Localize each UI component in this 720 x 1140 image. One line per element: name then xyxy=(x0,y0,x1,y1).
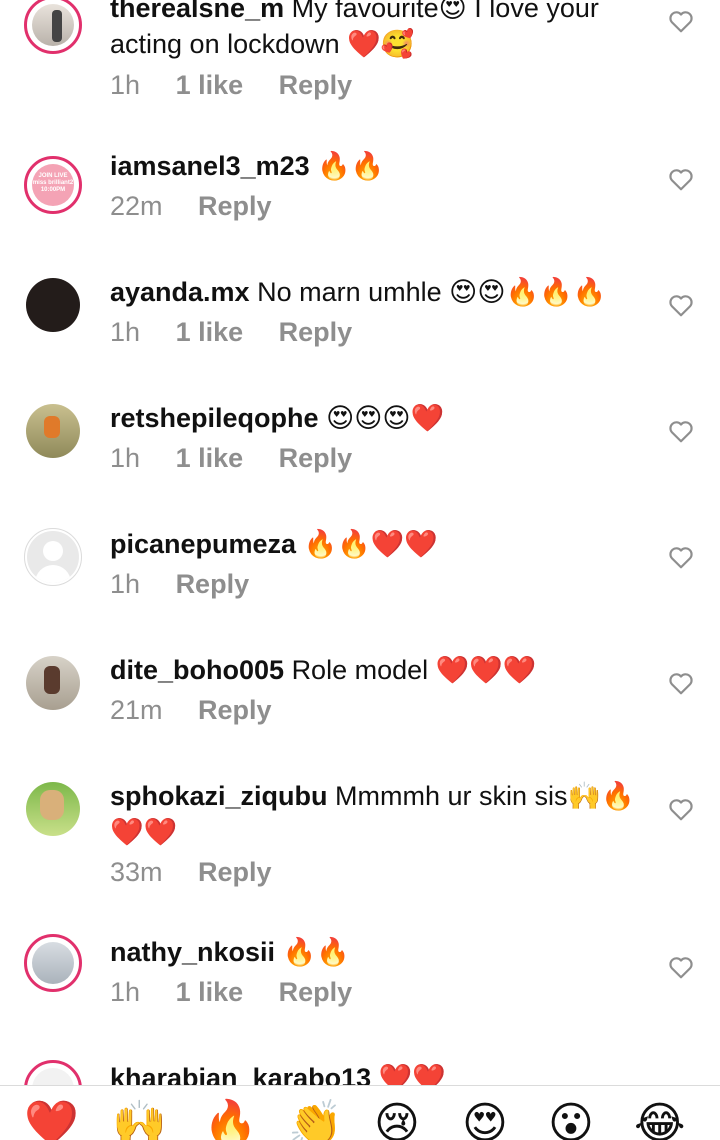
reply-button[interactable]: Reply xyxy=(198,695,272,725)
comment-username[interactable]: dite_boho005 xyxy=(110,655,284,685)
comment-text: therealsne_m My favourite😍 I love your a… xyxy=(110,0,640,62)
comment-username[interactable]: retshepileqophe xyxy=(110,403,319,433)
comment-likes[interactable]: 1 like xyxy=(176,317,244,347)
reply-button[interactable]: Reply xyxy=(279,977,353,1007)
comment-meta: 1h Reply xyxy=(110,569,277,600)
comment-username[interactable]: nathy_nkosii xyxy=(110,937,275,967)
reaction-raised-hands[interactable]: 🙌 xyxy=(112,1100,167,1140)
comment-meta: 1h 1 like Reply xyxy=(110,443,380,474)
comment-meta: 22m Reply xyxy=(110,191,300,222)
comment-time: 1h xyxy=(110,443,141,473)
reply-button[interactable]: Reply xyxy=(198,191,272,221)
comment-username[interactable]: ayanda.mx xyxy=(110,277,250,307)
comment-username[interactable]: sphokazi_ziqubu xyxy=(110,781,328,811)
reply-button[interactable]: Reply xyxy=(279,317,353,347)
comment-meta: 33m Reply xyxy=(110,857,300,888)
comment-likes[interactable]: 1 like xyxy=(176,70,244,100)
comment-text: sphokazi_ziqubu Mmmmh ur skin sis🙌🔥❤️❤️ xyxy=(110,778,640,850)
reply-button[interactable]: Reply xyxy=(279,70,353,100)
avatar[interactable] xyxy=(24,402,82,460)
avatar[interactable]: JOIN LIVE miss brilliant2 10:00PM xyxy=(24,156,82,214)
avatar[interactable] xyxy=(24,0,82,54)
comment-text: iamsanel3_m23 🔥🔥 xyxy=(110,148,640,184)
heart-outline-icon[interactable] xyxy=(668,293,694,317)
comment-body: No marn umhle 😍😍🔥🔥🔥 xyxy=(257,277,607,307)
comment-meta: 1h 1 like Reply xyxy=(110,70,380,101)
comment-meta: 1h 1 like Reply xyxy=(110,317,380,348)
reply-button[interactable]: Reply xyxy=(176,569,250,599)
comment-text: nathy_nkosii 🔥🔥 xyxy=(110,934,640,970)
reaction-crying[interactable]: 😢 xyxy=(374,1100,420,1140)
reaction-heart-eyes[interactable]: 😍 xyxy=(462,1100,508,1140)
comment-text: ayanda.mx No marn umhle 😍😍🔥🔥🔥 xyxy=(110,274,640,310)
reaction-laughing[interactable]: 😂 xyxy=(634,1100,685,1140)
comment-body: 😍😍😍❤️ xyxy=(326,403,445,433)
heart-outline-icon[interactable] xyxy=(668,797,694,821)
heart-outline-icon[interactable] xyxy=(668,545,694,569)
heart-outline-icon[interactable] xyxy=(668,167,694,191)
avatar[interactable] xyxy=(24,654,82,712)
quick-reactions-bar: ❤️ 🙌 🔥 👏 😢 😍 😮 😂 xyxy=(0,1085,720,1140)
comment-time: 21m xyxy=(110,695,163,725)
heart-outline-icon[interactable] xyxy=(668,671,694,695)
reaction-surprised[interactable]: 😮 xyxy=(548,1100,594,1140)
comment-time: 1h xyxy=(110,569,141,599)
reply-button[interactable]: Reply xyxy=(198,857,272,887)
comment-body: 🔥🔥❤️❤️ xyxy=(303,529,439,559)
avatar[interactable] xyxy=(24,780,82,838)
comment-meta: 1h 1 like Reply xyxy=(110,977,380,1008)
reaction-clap[interactable]: 👏 xyxy=(288,1100,343,1140)
reply-button[interactable]: Reply xyxy=(279,443,353,473)
comment-likes[interactable]: 1 like xyxy=(176,977,244,1007)
comment-body: Role model ❤️❤️❤️ xyxy=(291,655,537,685)
comment-text: picanepumeza 🔥🔥❤️❤️ xyxy=(110,526,640,562)
comment-time: 1h xyxy=(110,70,141,100)
avatar-live-badge-text: JOIN LIVE miss brilliant2 10:00PM xyxy=(32,173,74,193)
comment-meta: 21m Reply xyxy=(110,695,300,726)
comment-body: 🔥🔥 xyxy=(317,151,385,181)
reaction-fire[interactable]: 🔥 xyxy=(203,1100,258,1140)
heart-outline-icon[interactable] xyxy=(668,955,694,979)
avatar[interactable] xyxy=(24,934,82,992)
avatar[interactable] xyxy=(24,276,82,334)
comment-likes[interactable]: 1 like xyxy=(176,443,244,473)
comment-username[interactable]: picanepumeza xyxy=(110,529,296,559)
comment-username[interactable]: iamsanel3_m23 xyxy=(110,151,310,181)
comment-time: 1h xyxy=(110,317,141,347)
comment-time: 1h xyxy=(110,977,141,1007)
comment-time: 33m xyxy=(110,857,163,887)
comment-body: 🔥🔥 xyxy=(282,937,350,967)
reaction-heart[interactable]: ❤️ xyxy=(24,1100,79,1140)
heart-outline-icon[interactable] xyxy=(668,9,694,33)
comment-username[interactable]: therealsne_m xyxy=(110,0,284,23)
comment-time: 22m xyxy=(110,191,163,221)
comment-text: dite_boho005 Role model ❤️❤️❤️ xyxy=(110,652,640,688)
comment-text: retshepileqophe 😍😍😍❤️ xyxy=(110,400,640,436)
avatar[interactable] xyxy=(24,528,82,586)
heart-outline-icon[interactable] xyxy=(668,419,694,443)
